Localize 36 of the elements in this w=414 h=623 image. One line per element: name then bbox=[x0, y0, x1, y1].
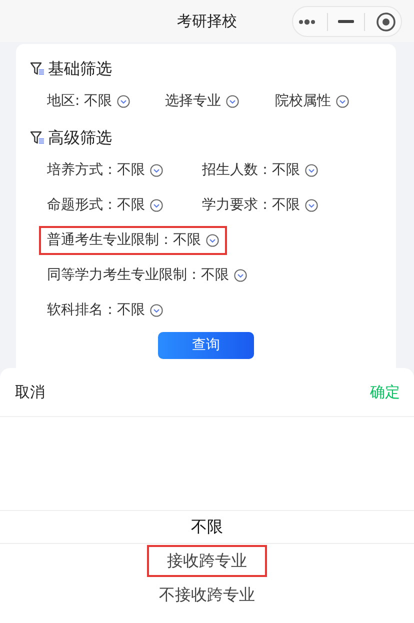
dropdown-icon bbox=[226, 95, 239, 108]
section-title: 高级筛选 bbox=[48, 127, 112, 149]
filter-dropdown[interactable]: 培养方式：不限 bbox=[39, 156, 171, 185]
filter-icon bbox=[30, 131, 45, 145]
filter-dropdown[interactable]: 命题形式：不限 bbox=[39, 191, 171, 220]
dropdown-icon bbox=[336, 95, 349, 108]
filter-dropdown[interactable]: 普通考生专业限制：不限 bbox=[39, 226, 227, 255]
dropdown-icon bbox=[150, 164, 163, 177]
filter-dropdown[interactable]: 软科排名：不限 bbox=[39, 296, 171, 325]
more-icon[interactable] bbox=[298, 18, 316, 24]
dropdown-icon bbox=[234, 269, 247, 282]
dropdown-icon bbox=[305, 199, 318, 212]
filter-dropdown[interactable]: 地区: 不限 bbox=[39, 87, 138, 116]
filter-icon bbox=[30, 62, 45, 76]
minimize-icon[interactable] bbox=[338, 20, 354, 23]
filter-dropdown[interactable]: 选择专业 bbox=[157, 87, 247, 116]
picker-option[interactable]: 接收跨专业 bbox=[0, 544, 414, 578]
cancel-button[interactable]: 取消 bbox=[15, 380, 45, 404]
section-title: 基础筛选 bbox=[48, 58, 112, 80]
filter-dropdown[interactable]: 院校属性 bbox=[267, 87, 357, 116]
filter-dropdown[interactable]: 学力要求：不限 bbox=[194, 191, 326, 220]
filter-dropdown[interactable]: 同等学力考生专业限制：不限 bbox=[39, 261, 255, 290]
dropdown-icon bbox=[117, 95, 130, 108]
option-label: 不接收跨专业 bbox=[158, 584, 256, 606]
query-button[interactable]: 查询 bbox=[158, 332, 254, 359]
dropdown-icon bbox=[305, 164, 318, 177]
filter-dropdown[interactable]: 招生人数：不限 bbox=[194, 156, 326, 185]
picker-option[interactable]: 不接收跨专业 bbox=[0, 578, 414, 612]
picker-option[interactable]: 不限 bbox=[0, 510, 414, 544]
dropdown-icon bbox=[150, 304, 163, 317]
dropdown-icon bbox=[206, 234, 219, 247]
dropdown-icon bbox=[150, 199, 163, 212]
window-title: 考研择校 bbox=[177, 12, 237, 30]
option-label: 接收跨专业 bbox=[147, 545, 267, 577]
option-label: 不限 bbox=[190, 516, 224, 538]
close-icon[interactable] bbox=[376, 12, 396, 32]
